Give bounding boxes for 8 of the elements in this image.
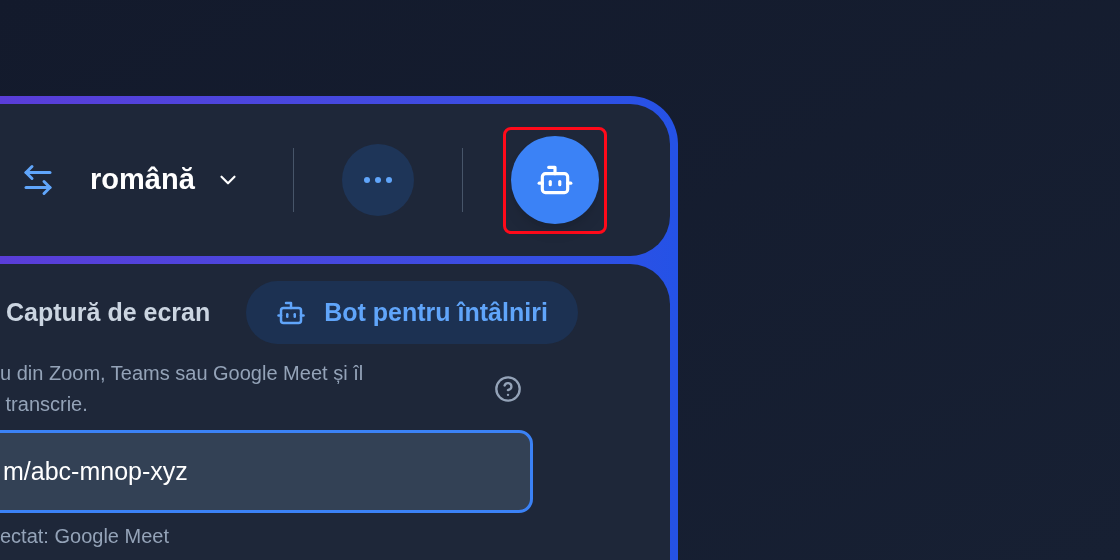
language-selector[interactable]: română [90, 158, 195, 202]
help-icon[interactable] [494, 375, 522, 403]
more-icon [363, 177, 392, 183]
meeting-link-field[interactable]: m/abc-mnop-xyz [0, 430, 533, 513]
detected-platform-text: ectat: Google Meet [0, 524, 170, 549]
mode-tab[interactable]: Bot pentru întâlniri [246, 281, 578, 344]
mode-tab[interactable]: Captură de ecran [0, 281, 211, 344]
description-text: u din Zoom, Teams sau Google Meet și îl transcrie. [0, 361, 365, 417]
